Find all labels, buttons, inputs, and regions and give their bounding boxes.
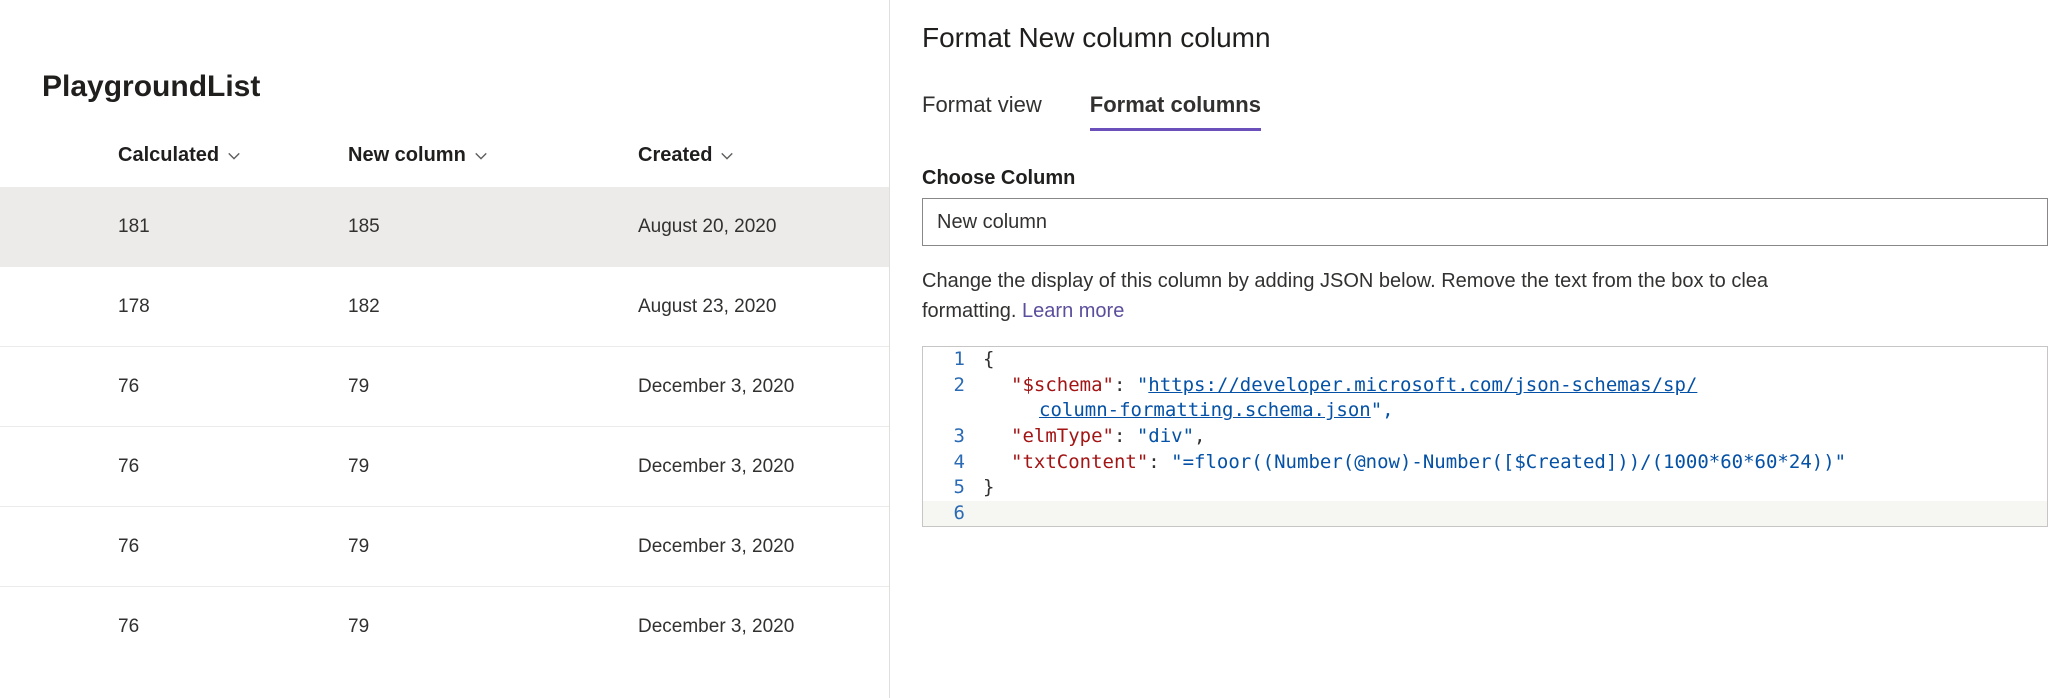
table-row[interactable]: 178 182 August 23, 2020 [0,267,889,347]
table-row[interactable]: 76 79 December 3, 2020 [0,507,889,587]
code-line: "elmType": "div", [983,424,1214,450]
table-row[interactable]: 76 79 December 3, 2020 [0,587,889,667]
cell-new-column: 182 [348,296,638,318]
code-line: column-formatting.schema.json", [983,398,1402,424]
json-editor[interactable]: 1 { 2 "$schema": "https://developer.micr… [922,346,2048,527]
code-line: } [983,475,1002,501]
list-title: PlaygroundList [0,40,889,144]
learn-more-link[interactable]: Learn more [1022,300,1124,322]
description-line2: formatting. [922,300,1022,322]
column-header-label: Created [638,144,712,167]
column-header-row: Calculated New column Created [0,144,889,187]
column-header-label: New column [348,144,466,167]
tab-format-view[interactable]: Format view [922,84,1042,131]
table-row[interactable]: 181 185 August 20, 2020 [0,187,889,267]
list-pane: PlaygroundList Calculated New column Cre… [0,0,890,698]
line-number: 2 [923,373,983,399]
code-line [983,501,991,527]
cell-created: December 3, 2020 [638,376,889,398]
choose-column-value: New column [937,211,1047,234]
cell-calculated: 178 [0,296,348,318]
line-number [923,398,983,424]
cell-created: December 3, 2020 [638,536,889,558]
column-header-created[interactable]: Created [638,144,888,167]
column-header-new-column[interactable]: New column [348,144,638,167]
description-line1: Change the display of this column by add… [922,270,1768,292]
list-table: Calculated New column Created 181 185 [0,144,889,667]
tab-format-columns[interactable]: Format columns [1090,84,1261,131]
cell-created: December 3, 2020 [638,616,889,638]
column-header-calculated[interactable]: Calculated [0,144,348,167]
line-number: 1 [923,347,983,373]
cell-new-column: 185 [348,216,638,238]
line-number: 6 [923,501,983,527]
column-header-label: Calculated [118,144,219,167]
choose-column-select[interactable]: New column [922,198,2048,246]
line-number: 4 [923,450,983,476]
cell-new-column: 79 [348,536,638,558]
chevron-down-icon [227,149,241,163]
cell-new-column: 79 [348,376,638,398]
cell-calculated: 76 [0,536,348,558]
cell-new-column: 79 [348,456,638,478]
chevron-down-icon [720,149,734,163]
panel-title: Format New column column [922,22,2048,84]
code-line: { [983,347,1002,373]
cell-calculated: 76 [0,456,348,478]
table-row[interactable]: 76 79 December 3, 2020 [0,347,889,427]
code-line: "$schema": "https://developer.microsoft.… [983,373,1705,399]
choose-column-label: Choose Column [922,167,2048,190]
cell-created: August 23, 2020 [638,296,889,318]
cell-calculated: 76 [0,376,348,398]
description-text: Change the display of this column by add… [922,266,2048,326]
tabs: Format view Format columns [922,84,2048,131]
line-number: 5 [923,475,983,501]
format-panel: Format New column column Format view For… [890,0,2048,698]
line-number: 3 [923,424,983,450]
cell-created: December 3, 2020 [638,456,889,478]
cell-calculated: 76 [0,616,348,638]
chevron-down-icon [474,149,488,163]
cell-calculated: 181 [0,216,348,238]
table-row[interactable]: 76 79 December 3, 2020 [0,427,889,507]
code-line: "txtContent": "=floor((Number(@now)-Numb… [983,450,1854,476]
cell-new-column: 79 [348,616,638,638]
cell-created: August 20, 2020 [638,216,889,238]
